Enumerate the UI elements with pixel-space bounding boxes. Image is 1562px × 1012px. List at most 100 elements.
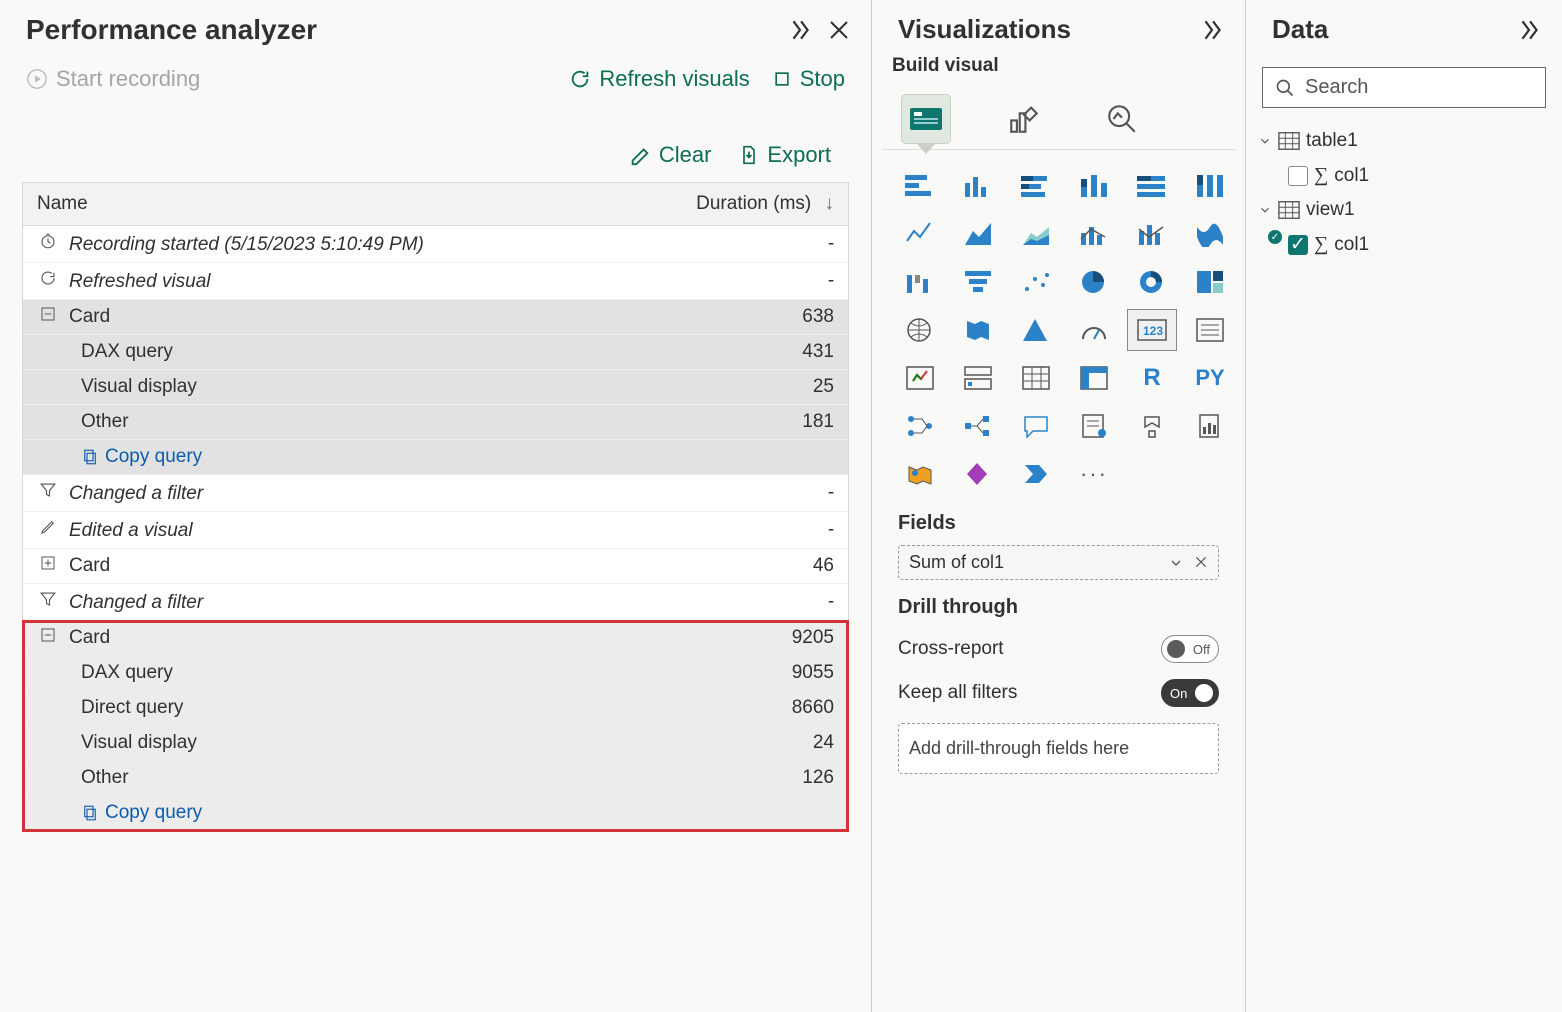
- drill-through-dropzone[interactable]: Add drill-through fields here: [898, 723, 1219, 774]
- scatter-icon[interactable]: [1012, 262, 1060, 302]
- collapse-icon[interactable]: [37, 627, 59, 643]
- copy-query-button[interactable]: Copy query: [37, 446, 834, 468]
- checkbox-unchecked[interactable]: [1288, 166, 1308, 186]
- r-visual-icon[interactable]: R: [1128, 358, 1176, 398]
- viz-tabs: [872, 85, 1245, 149]
- azure-map-icon[interactable]: [1012, 310, 1060, 350]
- row-card1-visual[interactable]: Visual display 25: [23, 370, 848, 405]
- row-card3-dax[interactable]: DAX query 9055: [23, 656, 848, 691]
- row-card3-visual[interactable]: Visual display 24: [23, 726, 848, 761]
- stacked-area-icon[interactable]: [1012, 214, 1060, 254]
- col-name-header[interactable]: Name: [23, 183, 628, 226]
- funnel-icon[interactable]: [954, 262, 1002, 302]
- keep-filters-row: Keep all filters On: [890, 671, 1227, 715]
- keep-filters-toggle[interactable]: On: [1161, 679, 1219, 707]
- waterfall-icon[interactable]: [896, 262, 944, 302]
- format-visual-tab[interactable]: [1000, 95, 1048, 143]
- key-influencers-icon[interactable]: [896, 406, 944, 446]
- power-automate-icon[interactable]: [1012, 454, 1060, 494]
- refresh-visuals-label: Refresh visuals: [599, 66, 749, 92]
- row-card3-direct[interactable]: Direct query 8660: [23, 691, 848, 726]
- 100-stacked-column-icon[interactable]: [1186, 166, 1234, 206]
- row-refreshed-visual[interactable]: Refreshed visual -: [23, 263, 848, 300]
- collapse-pane-icon[interactable]: [787, 17, 813, 43]
- pie-chart-icon[interactable]: [1070, 262, 1118, 302]
- row-recording-started[interactable]: Recording started (5/15/2023 5:10:49 PM)…: [23, 226, 848, 263]
- multi-row-card-icon[interactable]: [1186, 310, 1234, 350]
- tree-table1[interactable]: table1: [1256, 124, 1552, 158]
- row-card-1[interactable]: Card 638: [23, 300, 848, 335]
- map-icon[interactable]: [896, 310, 944, 350]
- close-pane-icon[interactable]: [827, 18, 851, 42]
- sigma-icon: ∑: [1314, 164, 1328, 187]
- tree-table1-col1[interactable]: ∑ col1: [1256, 158, 1552, 193]
- row-card-2[interactable]: Card 46: [23, 549, 848, 584]
- chevron-down-icon[interactable]: [1168, 555, 1184, 571]
- table-icon[interactable]: [1012, 358, 1060, 398]
- donut-chart-icon[interactable]: [1128, 262, 1176, 302]
- analytics-tab[interactable]: [1098, 95, 1146, 143]
- start-recording-button[interactable]: Start recording: [26, 66, 200, 92]
- line-stacked-column-icon[interactable]: [1128, 214, 1176, 254]
- stacked-bar-h-icon[interactable]: [1012, 166, 1060, 206]
- card-visual-icon[interactable]: 123: [1128, 310, 1176, 350]
- power-apps-icon[interactable]: [954, 454, 1002, 494]
- drill-through-label: Drill through: [890, 582, 1227, 627]
- decomposition-tree-icon[interactable]: [954, 406, 1002, 446]
- line-chart-icon[interactable]: [896, 214, 944, 254]
- row-card-3[interactable]: Card 9205: [23, 621, 848, 656]
- stacked-column-icon[interactable]: [1070, 166, 1118, 206]
- 100-stacked-bar-icon[interactable]: [1128, 166, 1176, 206]
- row-card1-other[interactable]: Other 181: [23, 405, 848, 440]
- ribbon-chart-icon[interactable]: [1186, 214, 1234, 254]
- cross-report-toggle[interactable]: Off: [1161, 635, 1219, 663]
- perf-title: Performance analyzer: [26, 14, 317, 46]
- tree-view1[interactable]: ✓ view1: [1256, 193, 1552, 227]
- arcgis-icon[interactable]: [896, 454, 944, 494]
- col-duration-header[interactable]: Duration (ms) ↓: [628, 183, 848, 226]
- matrix-icon[interactable]: [1070, 358, 1118, 398]
- stop-button[interactable]: Stop: [772, 66, 845, 92]
- expand-icon[interactable]: [37, 555, 59, 571]
- table-icon: [1278, 200, 1300, 220]
- search-input[interactable]: Search: [1262, 67, 1546, 108]
- row-changed-filter-1[interactable]: Changed a filter -: [23, 475, 848, 512]
- copy-query-button[interactable]: Copy query: [37, 802, 834, 824]
- field-pill-sum-col1[interactable]: Sum of col1: [898, 545, 1219, 580]
- filled-map-icon[interactable]: [954, 310, 1002, 350]
- refresh-visuals-button[interactable]: Refresh visuals: [569, 66, 749, 92]
- paginated-report-icon[interactable]: [1186, 406, 1234, 446]
- clear-button[interactable]: Clear: [629, 142, 712, 168]
- viz-body: 123 R PY ··· Fields Sum of col1: [882, 149, 1235, 794]
- row-card1-dax[interactable]: DAX query 431: [23, 335, 848, 370]
- view1-label: view1: [1306, 199, 1355, 221]
- treemap-icon[interactable]: [1186, 262, 1234, 302]
- checkbox-checked[interactable]: ✓: [1288, 235, 1308, 255]
- slicer-icon[interactable]: [954, 358, 1002, 398]
- collapse-data-icon[interactable]: [1516, 17, 1542, 43]
- build-visual-tab[interactable]: [902, 95, 950, 143]
- cross-report-row: Cross-report Off: [890, 627, 1227, 671]
- line-column-icon[interactable]: [1070, 214, 1118, 254]
- stacked-bar-icon[interactable]: [896, 166, 944, 206]
- tree-view1-col1[interactable]: ✓ ∑ col1: [1256, 227, 1552, 262]
- row-edited-visual[interactable]: Edited a visual -: [23, 512, 848, 549]
- remove-field-icon[interactable]: [1194, 555, 1208, 571]
- gauge-icon[interactable]: [1070, 310, 1118, 350]
- row-changed-filter-2[interactable]: Changed a filter -: [23, 584, 848, 621]
- qna-icon[interactable]: [1012, 406, 1060, 446]
- filter-icon: [37, 481, 59, 499]
- smart-narrative-icon[interactable]: [1070, 406, 1118, 446]
- visualizations-pane: Visualizations Build visual: [872, 0, 1246, 1012]
- area-chart-icon[interactable]: [954, 214, 1002, 254]
- python-visual-icon[interactable]: PY: [1186, 358, 1234, 398]
- more-visuals-icon[interactable]: ···: [1070, 454, 1118, 494]
- collapse-viz-icon[interactable]: [1199, 17, 1225, 43]
- view1-col1-label: col1: [1334, 234, 1369, 256]
- clustered-column-icon[interactable]: [954, 166, 1002, 206]
- kpi-icon[interactable]: [896, 358, 944, 398]
- row-card3-other[interactable]: Other 126: [23, 761, 848, 796]
- goals-icon[interactable]: [1128, 406, 1176, 446]
- export-button[interactable]: Export: [739, 142, 831, 168]
- collapse-icon[interactable]: [37, 306, 59, 322]
